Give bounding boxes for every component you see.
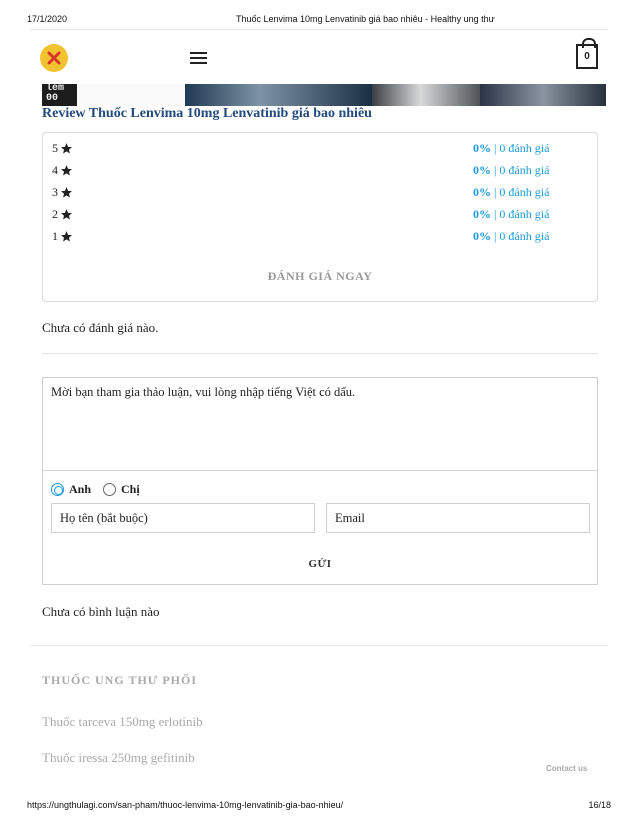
related-link-iressa[interactable]: Thuốc iressa 250mg gefitinib xyxy=(42,750,195,766)
rating-star-number: 4 xyxy=(52,163,58,177)
star-icon xyxy=(61,165,72,176)
star-icon xyxy=(61,143,72,154)
rating-stat[interactable]: 0% | 0 đánh giá xyxy=(473,163,549,178)
rating-row-4: 4 0% | 0 đánh giá xyxy=(52,163,592,179)
submit-comment-button[interactable]: GỬI xyxy=(43,558,597,570)
gender-selector: Anh Chị xyxy=(51,482,152,497)
print-date: 17/1/2020 xyxy=(27,14,68,24)
section-divider xyxy=(42,353,598,354)
print-url: https://ungthulagi.com/san-pham/thuoc-le… xyxy=(27,800,344,810)
cart-button[interactable]: 0 xyxy=(576,38,598,69)
close-x-logo-icon xyxy=(47,51,61,65)
header-divider xyxy=(30,29,608,30)
product-image-navy xyxy=(480,84,606,106)
radio-chi[interactable] xyxy=(103,483,117,496)
no-review-text: Chưa có đánh giá nào. xyxy=(42,320,159,335)
rating-star-number: 3 xyxy=(52,185,58,199)
rating-summary-box: 5 0% | 0 đánh giá 4 0% | 0 đánh giá 3 0%… xyxy=(42,132,598,302)
review-title: Review Thuốc Lenvima 10mg Lenvatinib giá… xyxy=(42,106,372,121)
product-image-blue xyxy=(185,84,372,106)
star-icon xyxy=(61,231,72,242)
no-comment-text: Chưa có bình luận nào xyxy=(42,604,160,619)
contact-us-link[interactable]: Contact us xyxy=(546,764,587,773)
rate-now-button[interactable]: ĐÁNH GIÁ NGAY xyxy=(43,269,597,284)
related-link-tarceva[interactable]: Thuốc tarceva 150mg erlotinib xyxy=(42,714,203,730)
rating-stat[interactable]: 0% | 0 đánh giá xyxy=(473,207,549,222)
product-image-white xyxy=(77,84,185,106)
radio-anh[interactable] xyxy=(51,483,64,496)
print-title: Thuốc Lenvima 10mg Lenvatinib giá bao nh… xyxy=(236,14,495,24)
gender-label-anh: Anh xyxy=(69,482,92,496)
cart-count: 0 xyxy=(584,51,590,62)
rating-star-number: 1 xyxy=(52,229,58,243)
print-page-number: 16/18 xyxy=(588,800,611,810)
rating-stat[interactable]: 0% | 0 đánh giá xyxy=(473,229,549,244)
rating-row-2: 2 0% | 0 đánh giá xyxy=(52,207,592,223)
comment-textarea[interactable] xyxy=(43,378,597,471)
print-footer: https://ungthulagi.com/san-pham/thuoc-le… xyxy=(0,796,638,826)
gender-label-chi: Chị xyxy=(121,482,140,496)
rating-star-number: 5 xyxy=(52,141,58,155)
rating-star-number: 2 xyxy=(52,207,58,221)
rating-stat[interactable]: 0% | 0 đánh giá xyxy=(473,185,549,200)
product-image-strip: lem 00 xyxy=(42,84,606,106)
product-box-dark: lem 00 xyxy=(42,84,77,106)
related-section-title: THUỐC UNG THƯ PHỔI xyxy=(42,673,198,687)
section-divider xyxy=(30,645,608,646)
name-input[interactable] xyxy=(51,503,315,533)
menu-hamburger-icon[interactable] xyxy=(190,52,207,65)
gender-option-chi[interactable]: Chị xyxy=(103,482,140,497)
rating-row-3: 3 0% | 0 đánh giá xyxy=(52,185,592,201)
email-input[interactable] xyxy=(326,503,590,533)
print-header: 17/1/2020 Thuốc Lenvima 10mg Lenvatinib … xyxy=(0,0,638,30)
product-image-grey xyxy=(372,84,480,106)
star-icon xyxy=(61,187,72,198)
gender-option-anh[interactable]: Anh xyxy=(51,482,91,497)
rating-row-5: 5 0% | 0 đánh giá xyxy=(52,141,592,157)
rating-row-1: 1 0% | 0 đánh giá xyxy=(52,229,592,245)
rating-stat[interactable]: 0% | 0 đánh giá xyxy=(473,141,549,156)
star-icon xyxy=(61,209,72,220)
comment-form: Anh Chị GỬI xyxy=(42,377,598,585)
site-logo[interactable] xyxy=(40,44,68,72)
